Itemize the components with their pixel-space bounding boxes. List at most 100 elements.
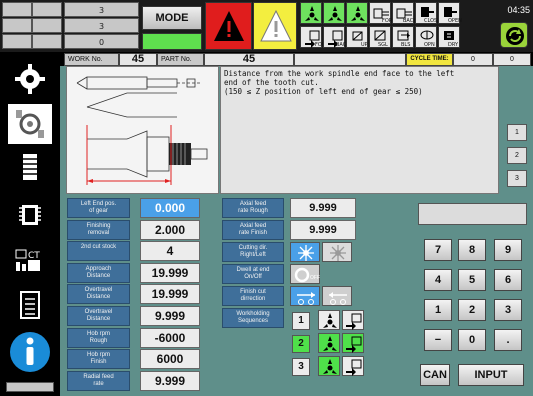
finish-dir-reverse-toggle[interactable]	[322, 286, 352, 306]
param-value-field[interactable]: 6000	[140, 349, 200, 369]
chip-icon[interactable]	[10, 198, 50, 232]
axial-feed-rough-value[interactable]: 9.999	[290, 198, 356, 218]
page-button-2[interactable]: 2	[507, 147, 527, 164]
mode-status-indicator	[142, 33, 202, 50]
key-decimal[interactable]: .	[494, 329, 522, 351]
param-value-field[interactable]: 9.999	[140, 306, 200, 326]
door-open-icon[interactable]: OPEN	[438, 2, 462, 24]
header-spacer	[294, 53, 406, 66]
key-6[interactable]: 6	[494, 269, 522, 291]
param-label: Left End pos. of gear	[67, 198, 130, 218]
gear-diagram	[66, 66, 219, 194]
tool-icon[interactable]	[10, 150, 50, 184]
io-monitor-icon[interactable]: CT	[10, 242, 50, 276]
door-close-icon[interactable]: CLOSE	[415, 2, 440, 24]
chuck-icon[interactable]	[300, 2, 322, 24]
clamp-back-icon[interactable]: BACK	[323, 26, 350, 48]
sequence-chuck-icon[interactable]	[318, 310, 340, 330]
param-value-field[interactable]: 19.999	[140, 263, 200, 283]
alarm-warning-icon	[214, 11, 244, 41]
cycle-time-label: CYCLE TIME:	[406, 53, 453, 66]
param-label: Overtravel Distance	[67, 284, 130, 304]
param-label: Finishing removal	[67, 220, 130, 240]
sequence-number-2[interactable]: 2	[292, 335, 310, 353]
sequence-clamp-icon[interactable]	[342, 310, 364, 330]
workholding-sequences-label: Workholding Sequences	[222, 308, 284, 328]
spindle-forward-icon[interactable]: FOR	[369, 2, 392, 24]
svg-text:CT: CT	[28, 251, 40, 261]
sequence-chuck-icon[interactable]	[318, 333, 340, 353]
alarm-button[interactable]	[205, 2, 252, 50]
param-value-field[interactable]: 9.999	[140, 371, 200, 391]
key-3[interactable]: 3	[494, 299, 522, 321]
status-cell	[2, 2, 32, 17]
caution-button[interactable]	[253, 2, 297, 50]
optional-stop-icon[interactable]: OPN	[415, 26, 437, 48]
cutting-dir-right-toggle[interactable]	[290, 242, 320, 262]
sequence-number-3[interactable]: 3	[292, 358, 310, 376]
status-cell	[2, 18, 32, 33]
param-value-field[interactable]: 2.000	[140, 220, 200, 240]
finish-dir-forward-toggle[interactable]	[290, 286, 320, 306]
single-block-icon[interactable]: SGL	[369, 26, 391, 48]
page-button-1[interactable]: 1	[507, 124, 527, 141]
counter-3: 0	[64, 34, 139, 49]
sequence-clamp-icon[interactable]	[342, 356, 364, 376]
mode-button[interactable]: MODE	[142, 6, 202, 30]
status-cell	[2, 34, 32, 49]
cutting-dir-left-toggle[interactable]	[322, 242, 352, 262]
tailstock-up-icon[interactable]: UP	[346, 26, 368, 48]
param-value-field[interactable]: 4	[140, 241, 200, 261]
param-label: Hob rpm Finish	[67, 349, 130, 369]
cycle-start-button[interactable]	[500, 22, 528, 48]
key-7[interactable]: 7	[424, 239, 452, 261]
param-value-field[interactable]: 19.999	[140, 284, 200, 304]
dry-run-icon[interactable]: DRY	[438, 26, 460, 48]
list-icon[interactable]	[10, 288, 50, 322]
key-0[interactable]: 0	[458, 329, 486, 351]
key-1[interactable]: 1	[424, 299, 452, 321]
key-9[interactable]: 9	[494, 239, 522, 261]
counter-1: 3	[64, 2, 139, 17]
direction-arrow-icon	[297, 292, 315, 305]
cycle-time-value: 0	[493, 53, 531, 66]
key-4[interactable]: 4	[424, 269, 452, 291]
block-skip-icon[interactable]: BLS	[392, 26, 414, 48]
work-no-label: WORK No.	[64, 53, 119, 66]
page-button-3[interactable]: 3	[507, 170, 527, 187]
description-line: Distance from the work spindle end face …	[224, 69, 455, 78]
top-bar: 3 3 0 MODE FOR BACK CLOSE OPEN 04:35 FOR…	[0, 0, 533, 52]
param-label: Approach Distance	[67, 263, 130, 283]
input-button[interactable]: INPUT	[458, 364, 524, 386]
counter-2: 3	[64, 18, 139, 33]
key-5[interactable]: 5	[458, 269, 486, 291]
keypad-input-display[interactable]	[418, 203, 527, 225]
sequence-chuck-icon[interactable]	[318, 356, 340, 376]
cycle-time-value: 0	[453, 53, 493, 66]
cancel-button[interactable]: CAN	[420, 364, 450, 386]
chuck-icon[interactable]	[323, 2, 345, 24]
param-value-field[interactable]: -6000	[140, 328, 200, 348]
axial-feed-finish-value[interactable]: 9.999	[290, 220, 356, 240]
info-icon[interactable]	[8, 330, 52, 374]
axial-feed-finish-label: Axial feed rate Finish	[222, 220, 284, 240]
sequence-clamp-icon[interactable]	[342, 333, 364, 353]
axial-feed-rough-label: Axial feed rate Rough	[222, 198, 284, 218]
description-line: end of the tooth cut.	[224, 78, 319, 87]
key-minus[interactable]: −	[424, 329, 452, 351]
hob-rotation-icon	[330, 245, 346, 261]
key-2[interactable]: 2	[458, 299, 486, 321]
clamp-forward-icon[interactable]: FOR	[300, 26, 325, 48]
gear-hobbing-icon[interactable]	[8, 104, 52, 144]
refresh-icon	[506, 27, 524, 45]
dwell-toggle[interactable]: OFF	[290, 264, 320, 284]
status-cell	[32, 18, 62, 33]
param-value-field[interactable]: 0.000	[140, 198, 200, 218]
sequence-number-1[interactable]: 1	[292, 312, 310, 330]
settings-gear-icon[interactable]	[10, 62, 50, 96]
chuck-icon[interactable]	[346, 2, 368, 24]
param-label: Overtravel Distance	[67, 306, 130, 326]
part-no-label: PART No.	[157, 53, 204, 66]
spindle-back-icon[interactable]: BACK	[392, 2, 417, 24]
key-8[interactable]: 8	[458, 239, 486, 261]
